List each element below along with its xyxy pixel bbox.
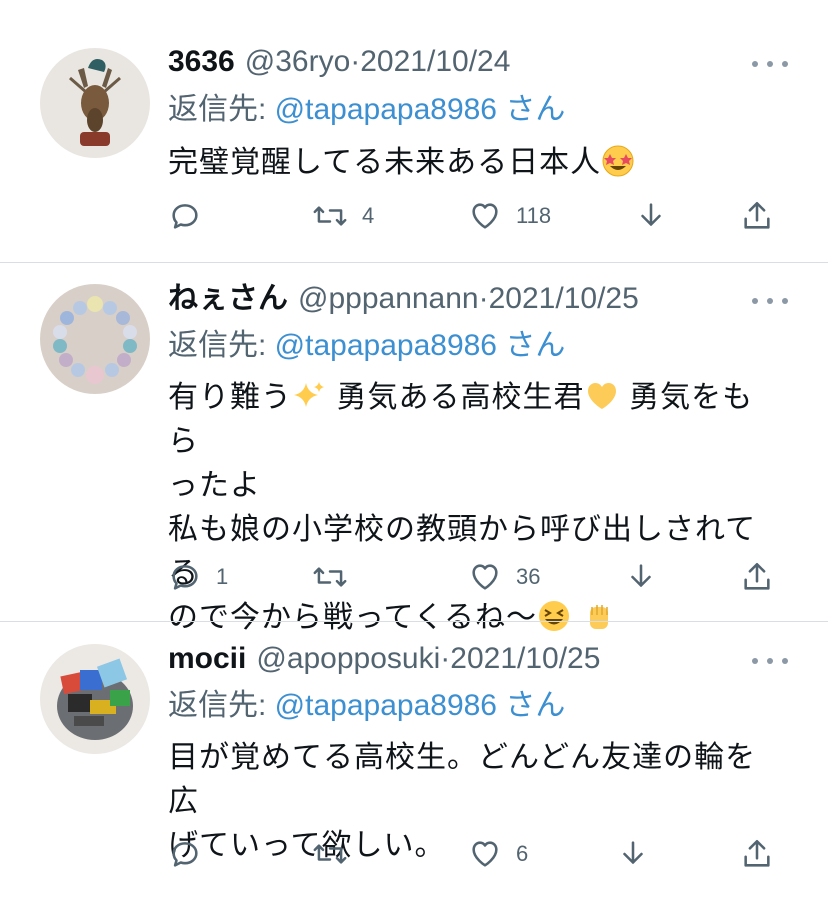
- reply-icon: [172, 204, 198, 229]
- reply-to-link[interactable]: @tapapapa8986: [275, 93, 497, 126]
- download-button[interactable]: [624, 557, 658, 597]
- tweet-line: 勇気ある高校生君: [326, 380, 585, 415]
- user-handle[interactable]: @pppannann: [298, 282, 479, 315]
- reply-prefix: 返信先:: [168, 93, 275, 126]
- arrow-down-icon: [623, 841, 643, 864]
- more-options-icon[interactable]: [752, 54, 788, 74]
- avatar[interactable]: [40, 284, 150, 394]
- share-button[interactable]: [740, 196, 774, 236]
- reply-to-link[interactable]: @tapapapa8986: [275, 689, 497, 722]
- more-options-icon[interactable]: [752, 291, 788, 311]
- display-name[interactable]: mocii: [168, 642, 246, 675]
- like-button[interactable]: 6: [468, 834, 528, 874]
- more-options-icon[interactable]: [752, 651, 788, 671]
- share-icon: [744, 201, 770, 229]
- tweet-date[interactable]: 2021/10/24: [360, 45, 510, 78]
- tweet-line: 有り難う: [168, 380, 292, 415]
- reply-icon: [172, 565, 198, 590]
- user-handle[interactable]: @36ryo: [245, 45, 351, 78]
- tweet-actions: 4 118: [0, 196, 828, 236]
- reply-to-link[interactable]: @tapapapa8986: [275, 329, 497, 362]
- display-name[interactable]: ねぇさん: [168, 282, 288, 315]
- avatar[interactable]: [40, 644, 150, 754]
- reply-context: 返信先: @tapapapa8986 さん: [168, 90, 565, 130]
- tweet-header: 3636 @36ryo·2021/10/24: [168, 42, 510, 82]
- reply-prefix: 返信先:: [168, 689, 275, 722]
- heart-icon: [472, 203, 498, 229]
- deer-head-avatar-icon: [40, 48, 150, 158]
- heart-icon: [472, 841, 498, 867]
- tweet-actions: 1 36: [0, 557, 828, 597]
- reply-prefix: 返信先:: [168, 329, 275, 362]
- retweet-button[interactable]: [312, 557, 362, 597]
- user-handle[interactable]: @apopposuki: [256, 642, 440, 675]
- reply-context: 返信先: @tapapapa8986 さん: [168, 326, 565, 366]
- share-icon: [744, 562, 770, 590]
- separator: ·: [440, 642, 451, 675]
- tweet-1[interactable]: 3636 @36ryo·2021/10/24 返信先: @tapapapa8986…: [0, 0, 828, 262]
- reply-suffix: さん: [497, 329, 566, 362]
- display-name[interactable]: 3636: [168, 45, 235, 78]
- reply-context: 返信先: @tapapapa8986 さん: [168, 686, 565, 726]
- tweet-line: 目が覚めてる高校生。どんどん友達の輪を広: [168, 740, 757, 819]
- reply-suffix: さん: [497, 689, 566, 722]
- tweet-text: 完璧覚醒してる未来ある日本人: [168, 141, 778, 185]
- tweet-2[interactable]: ねぇさん @pppannann·2021/10/25 返信先: @tapapapa…: [0, 263, 828, 635]
- colorful-object-avatar-icon: [40, 644, 150, 754]
- like-count: 36: [516, 564, 541, 589]
- reply-suffix: さん: [497, 93, 566, 126]
- arrow-down-icon: [631, 564, 651, 587]
- separator: ·: [478, 282, 489, 315]
- tweet-header: ねぇさん @pppannann·2021/10/25: [168, 279, 639, 319]
- tweet-date[interactable]: 2021/10/25: [489, 282, 639, 315]
- share-icon: [744, 839, 770, 867]
- reply-button[interactable]: [168, 196, 216, 236]
- reply-button[interactable]: 1: [168, 557, 228, 597]
- tweet-actions: 6: [0, 834, 828, 874]
- tweet-date[interactable]: 2021/10/25: [450, 642, 600, 675]
- sparkles-emoji-icon: [294, 382, 324, 407]
- reply-icon: [172, 842, 198, 867]
- like-count: 118: [516, 203, 552, 228]
- tweet-text: 有り難う 勇気ある高校生君 勇気をもら ったよ 私も娘の小学校の教頭から呼び出し…: [168, 376, 778, 640]
- retweet-count: 4: [362, 203, 375, 228]
- share-button[interactable]: [740, 557, 774, 597]
- reply-count: 1: [216, 564, 229, 589]
- retweet-icon: [313, 206, 347, 226]
- retweet-icon: [313, 844, 347, 864]
- share-button[interactable]: [740, 834, 774, 874]
- heart-icon: [472, 564, 498, 590]
- tweet-line: 完璧覚醒してる未来ある日本人: [168, 145, 602, 180]
- reply-button[interactable]: [168, 834, 216, 874]
- arrow-down-icon: [641, 203, 661, 226]
- avatar[interactable]: [40, 48, 150, 158]
- separator: ·: [350, 45, 361, 78]
- like-button[interactable]: 118: [468, 196, 551, 236]
- download-button[interactable]: [616, 834, 650, 874]
- bead-bracelet-avatar-icon: [40, 284, 150, 394]
- retweet-button[interactable]: [312, 834, 362, 874]
- tweet-3[interactable]: mocii @apopposuki·2021/10/25 返信先: @tapapa…: [0, 622, 828, 920]
- retweet-button[interactable]: 4: [312, 196, 374, 236]
- yellow-heart-emoji-icon: [587, 383, 616, 409]
- star-struck-emoji-icon: [602, 145, 634, 177]
- retweet-icon: [313, 567, 347, 587]
- like-count: 6: [516, 841, 529, 866]
- like-button[interactable]: 36: [468, 557, 540, 597]
- tweet-header: mocii @apopposuki·2021/10/25: [168, 639, 600, 679]
- download-button[interactable]: [634, 196, 668, 236]
- tweet-line: ったよ: [168, 468, 261, 503]
